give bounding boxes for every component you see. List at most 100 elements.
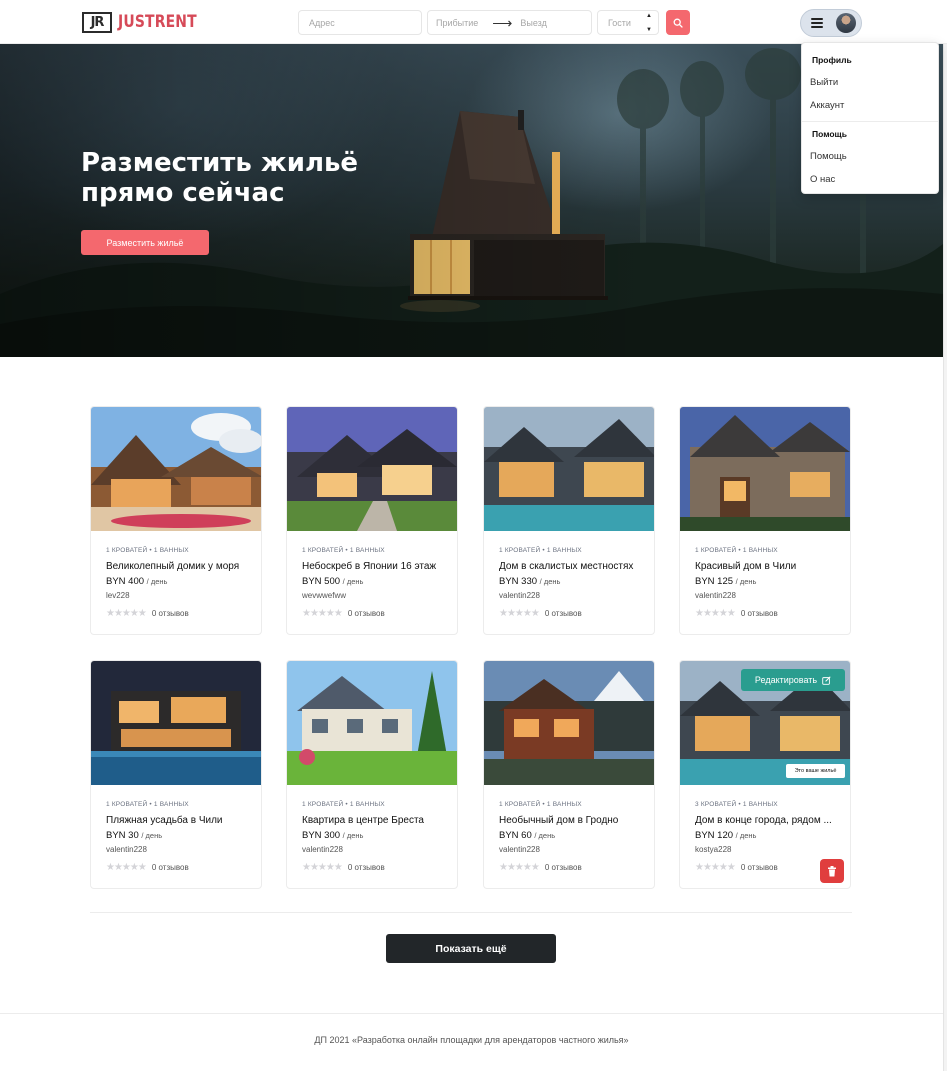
edit-listing-button[interactable]: Редактировать <box>741 669 845 691</box>
top-navbar: JR JUSTRENT Адрес Прибытие ⟶ Выезд Гости… <box>0 0 947 44</box>
stars-icon: ★★★★★ <box>499 608 540 619</box>
search-icon <box>673 18 683 28</box>
listing-rating: ★★★★★ 0 отзывов <box>499 608 582 619</box>
listing-title[interactable]: Квартира в центре Бреста <box>302 815 450 826</box>
stars-icon: ★★★★★ <box>499 862 540 873</box>
owned-badge: Это ваше жильё <box>786 764 845 778</box>
listing-rating: ★★★★★ 0 отзывов <box>106 608 189 619</box>
user-menu-button[interactable] <box>800 9 862 37</box>
stars-icon: ★★★★★ <box>106 608 147 619</box>
section-divider <box>90 912 852 913</box>
listing-owner: kostya228 <box>695 845 732 854</box>
logo-text: JUSTRENT <box>118 12 197 32</box>
listing-card[interactable]: 1 кроватей • 1 ванных Пляжная усадьба в … <box>90 660 262 889</box>
listing-rating: ★★★★★ 0 отзывов <box>106 862 189 873</box>
list-property-button[interactable]: Разместить жильё <box>81 230 209 255</box>
listing-rating: ★★★★★ 0 отзывов <box>695 608 778 619</box>
listing-owner: valentin228 <box>106 845 147 854</box>
page-scrollbar[interactable] <box>943 0 947 1071</box>
edit-label: Редактировать <box>754 675 818 685</box>
listing-title[interactable]: Великолепный домик у моря <box>106 561 254 572</box>
listing-owner: wevwwefww <box>302 591 347 600</box>
listing-owner: valentin228 <box>499 591 540 600</box>
footer-text: ДП 2021 «Разработка онлайн площадки для … <box>314 1035 629 1045</box>
listing-price: BYN 330 / день <box>499 576 561 587</box>
listing-rooms: 1 кроватей • 1 ванных <box>695 547 778 554</box>
checkin-placeholder[interactable]: Прибытие <box>436 18 478 28</box>
listing-title[interactable]: Небоскреб в Японии 16 этаж <box>302 561 450 572</box>
listing-rooms: 1 кроватей • 1 ванных <box>302 547 385 554</box>
search-button[interactable] <box>666 10 690 35</box>
listing-rooms: 1 кроватей • 1 ванных <box>106 801 189 808</box>
stepper-down-icon[interactable]: ▼ <box>646 27 654 33</box>
listing-photo[interactable] <box>484 407 654 531</box>
listing-price: BYN 400 / день <box>106 576 168 587</box>
listing-rating: ★★★★★ 0 отзывов <box>695 862 778 873</box>
stars-icon: ★★★★★ <box>302 862 343 873</box>
guests-input[interactable]: Гости ▲ ▼ <box>597 10 659 35</box>
listing-card[interactable]: 1 кроватей • 1 ванных Великолепный домик… <box>90 406 262 635</box>
menu-item-logout[interactable]: Выйти <box>810 77 838 88</box>
menu-item-about[interactable]: О нас <box>810 174 835 185</box>
listing-price: BYN 125 / день <box>695 576 757 587</box>
listing-card[interactable]: 1 кроватей • 1 ванных Необычный дом в Гр… <box>483 660 655 889</box>
date-range-input[interactable]: Прибытие ⟶ Выезд <box>427 10 592 35</box>
listing-rating: ★★★★★ 0 отзывов <box>302 608 385 619</box>
listing-card[interactable]: 1 кроватей • 1 ванных Небоскреб в Японии… <box>286 406 458 635</box>
user-dropdown-menu: Профиль Выйти Аккаунт Помощь Помощь О на… <box>801 42 939 194</box>
listing-rooms: 1 кроватей • 1 ванных <box>499 547 582 554</box>
listing-price: BYN 120 / день <box>695 830 757 841</box>
footer: ДП 2021 «Разработка онлайн площадки для … <box>0 1013 943 1069</box>
checkout-placeholder[interactable]: Выезд <box>520 18 546 28</box>
trash-icon <box>828 865 836 876</box>
listing-price: BYN 500 / день <box>302 576 364 587</box>
listing-title[interactable]: Дом в скалистых местностях <box>499 561 647 572</box>
listing-rooms: 1 кроватей • 1 ванных <box>499 801 582 808</box>
menu-divider <box>802 121 938 122</box>
listing-price: BYN 60 / день <box>499 830 556 841</box>
show-more-button[interactable]: Показать ещё <box>386 934 556 963</box>
delete-listing-button[interactable] <box>820 859 844 883</box>
listing-card[interactable]: 1 кроватей • 1 ванных Дом в скалистых ме… <box>483 406 655 635</box>
listing-owner: valentin228 <box>499 845 540 854</box>
menu-heading-profile: Профиль <box>812 55 852 65</box>
address-placeholder: Адрес <box>309 17 335 28</box>
listing-photo[interactable] <box>91 661 261 785</box>
listing-title[interactable]: Красивый дом в Чили <box>695 561 843 572</box>
listing-photo[interactable] <box>484 661 654 785</box>
stars-icon: ★★★★★ <box>106 862 147 873</box>
listing-rooms: 3 кроватей • 1 ванных <box>695 801 778 808</box>
stars-icon: ★★★★★ <box>695 862 736 873</box>
arrow-right-icon: ⟶ <box>492 14 513 31</box>
listing-photo[interactable] <box>91 407 261 531</box>
listing-card[interactable]: 1 кроватей • 1 ванных Квартира в центре … <box>286 660 458 889</box>
menu-item-account[interactable]: Аккаунт <box>810 100 844 111</box>
menu-icon <box>811 18 823 28</box>
guests-stepper[interactable]: ▲ ▼ <box>646 13 654 33</box>
avatar <box>836 13 856 33</box>
listing-owner: valentin228 <box>695 591 736 600</box>
brand-logo[interactable]: JR JUSTRENT <box>82 11 214 33</box>
hero-title: Разместить жильё прямо сейчас <box>81 148 359 208</box>
logo-mark: JR <box>82 11 112 33</box>
listing-photo[interactable] <box>680 407 850 531</box>
listing-title[interactable]: Необычный дом в Гродно <box>499 815 647 826</box>
listing-card-owned[interactable]: Редактировать Это ваше жильё 3 кроватей … <box>679 660 851 889</box>
listing-price: BYN 30 / день <box>106 830 163 841</box>
listing-rooms: 1 кроватей • 1 ванных <box>302 801 385 808</box>
listing-rating: ★★★★★ 0 отзывов <box>302 862 385 873</box>
listing-rating: ★★★★★ 0 отзывов <box>499 862 582 873</box>
listing-owner: valentin228 <box>302 845 343 854</box>
listing-rooms: 1 кроватей • 1 ванных <box>106 547 189 554</box>
listing-photo[interactable] <box>287 407 457 531</box>
listing-photo[interactable] <box>287 661 457 785</box>
listing-title[interactable]: Пляжная усадьба в Чили <box>106 815 254 826</box>
address-input[interactable]: Адрес <box>298 10 422 35</box>
menu-item-help[interactable]: Помощь <box>810 151 847 162</box>
listing-title[interactable]: Дом в конце города, рядом ... <box>695 815 843 826</box>
menu-heading-help: Помощь <box>812 129 847 139</box>
listing-card[interactable]: 1 кроватей • 1 ванных Красивый дом в Чил… <box>679 406 851 635</box>
stepper-up-icon[interactable]: ▲ <box>646 13 654 19</box>
stars-icon: ★★★★★ <box>695 608 736 619</box>
stars-icon: ★★★★★ <box>302 608 343 619</box>
